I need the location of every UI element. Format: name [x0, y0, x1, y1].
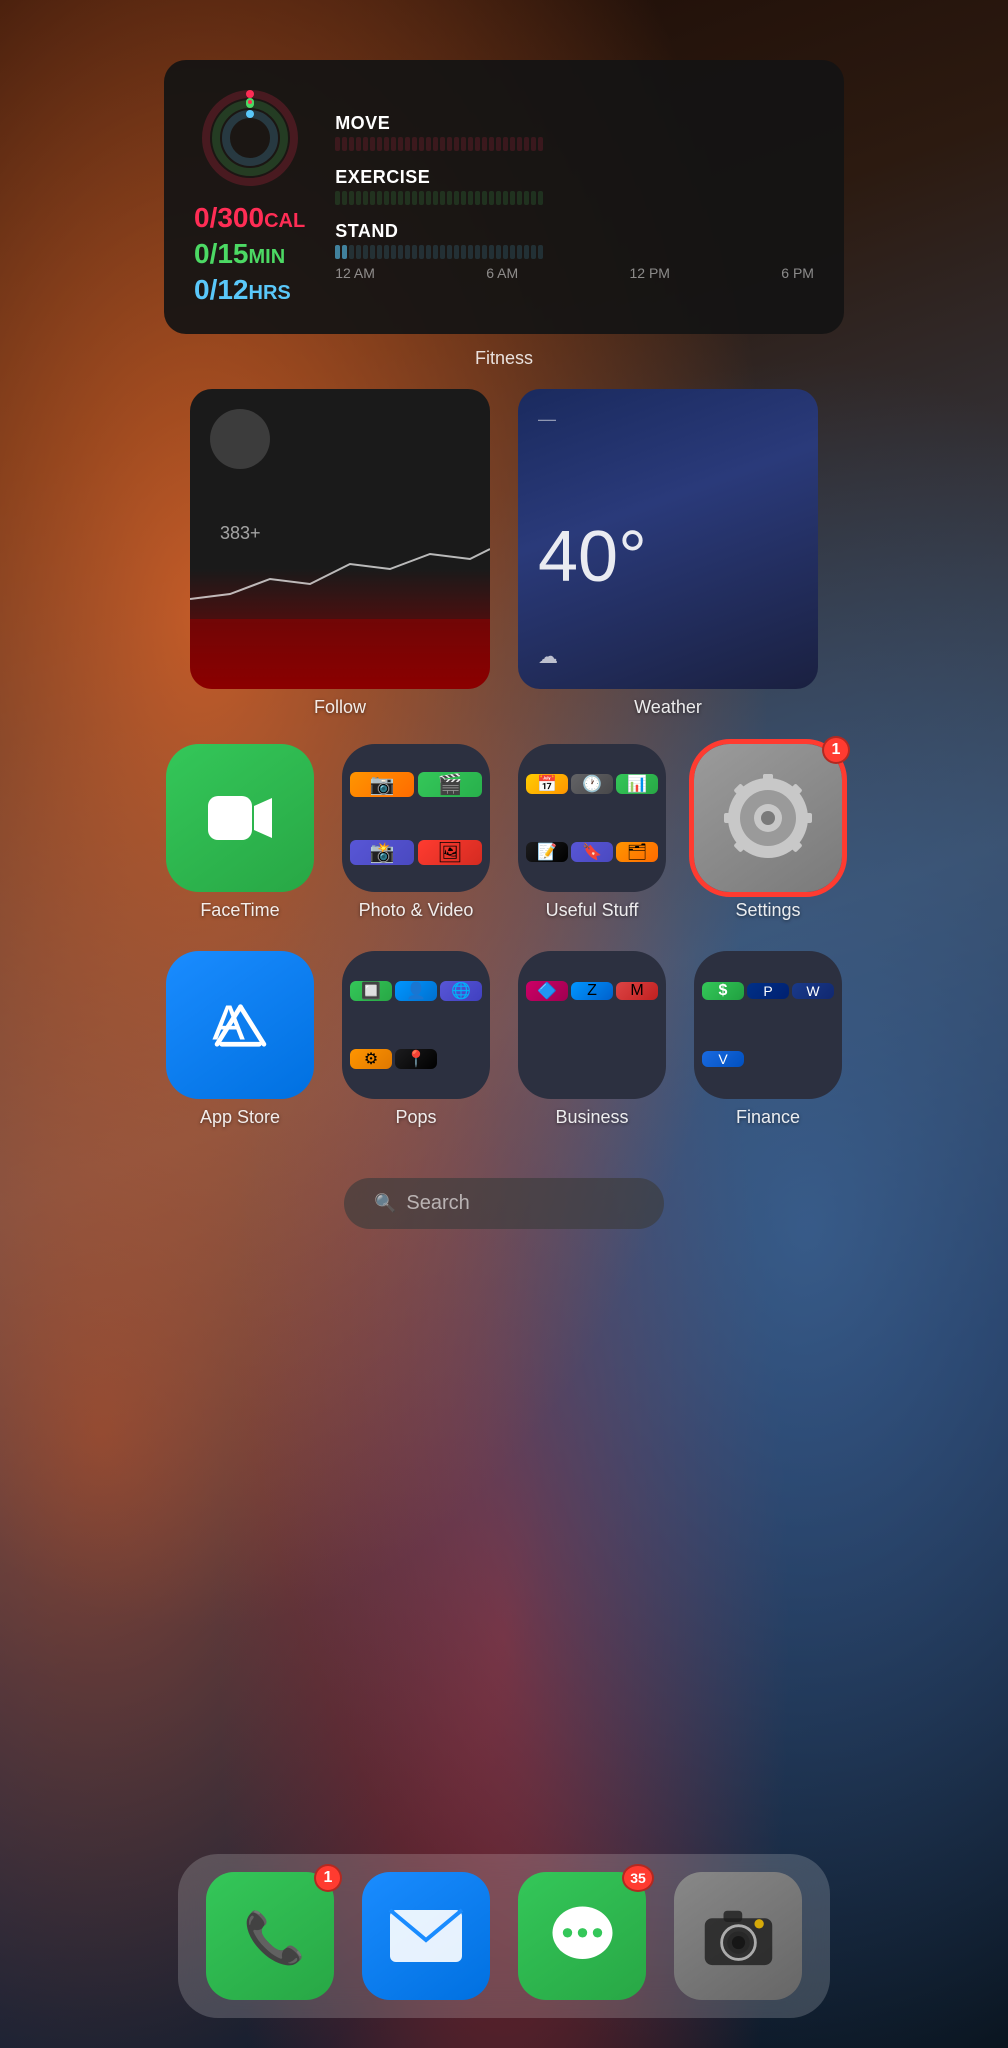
search-bar[interactable]: 🔍 Search — [344, 1178, 664, 1229]
stand-stat: 0/12HRS — [194, 274, 305, 306]
fitness-widget-label: Fitness — [475, 348, 533, 369]
follow-chart: 383+ — [190, 509, 490, 629]
exercise-label: EXERCISE — [335, 167, 814, 188]
business-app-wrapper: 🔷 Z M Business — [518, 951, 666, 1128]
weather-widget[interactable]: — 40° ☁ — [518, 389, 818, 689]
pops-app-wrapper: 🔲 👤 🌐 ⚙ 📍 Pops — [342, 951, 490, 1128]
facetime-app-wrapper: FaceTime — [166, 744, 314, 921]
weather-label: Weather — [634, 697, 702, 718]
business-icon[interactable]: 🔷 Z M — [518, 951, 666, 1099]
stand-label: STAND — [335, 221, 814, 242]
svg-text:383+: 383+ — [220, 523, 261, 543]
move-bar-row — [335, 137, 814, 151]
exercise-bar-row — [335, 191, 814, 205]
finance-app-wrapper: $ P W V Finance — [694, 951, 842, 1128]
settings-app-wrapper: 1 Settings — [694, 744, 842, 921]
activity-rings — [200, 88, 300, 188]
pops-label: Pops — [395, 1107, 436, 1128]
app-row-2: A App Store 🔲 👤 🌐 ⚙ 📍 Pops — [166, 951, 842, 1128]
home-screen: 0/300CAL 0/15MIN 0/12HRS MOVE — [0, 0, 1008, 2048]
follow-app-wrapper: 383+ Follow — [190, 389, 490, 718]
app-row-1: FaceTime 📷 🎬 📸 🖼 Photo & Video 📅 🕐 📊 📝 🔖… — [166, 744, 842, 921]
weather-location: — — [538, 409, 798, 430]
exercise-stat: 0/15MIN — [194, 238, 305, 270]
facetime-icon[interactable] — [166, 744, 314, 892]
weather-condition: ☁ — [538, 644, 798, 669]
stand-bar-row — [335, 245, 814, 259]
time-labels: 12 AM 6 AM 12 PM 6 PM — [335, 265, 814, 281]
useful-stuff-app-wrapper: 📅 🕐 📊 📝 🔖 🗂 Useful Stuff — [518, 744, 666, 921]
fitness-widget-right: MOVE EXERCISE — [335, 113, 814, 281]
facetime-label: FaceTime — [200, 900, 279, 921]
widget-row: 383+ Follow — 40° ☁ Weather — [190, 389, 818, 718]
stand-bar-section: STAND 12 AM 6 AM 12 PM — [335, 221, 814, 281]
follow-label: Follow — [314, 697, 366, 718]
move-bar-section: MOVE — [335, 113, 814, 151]
move-label: MOVE — [335, 113, 814, 134]
fitness-stats: 0/300CAL 0/15MIN 0/12HRS — [194, 202, 305, 306]
settings-label: Settings — [735, 900, 800, 921]
photo-video-label: Photo & Video — [359, 900, 474, 921]
pops-icon[interactable]: 🔲 👤 🌐 ⚙ 📍 — [342, 951, 490, 1099]
search-icon: 🔍 — [374, 1193, 396, 1214]
weather-temp: 40° — [538, 516, 798, 598]
useful-stuff-icon[interactable]: 📅 🕐 📊 📝 🔖 🗂 — [518, 744, 666, 892]
settings-icon[interactable] — [694, 744, 842, 892]
photo-video-icon[interactable]: 📷 🎬 📸 🖼 — [342, 744, 490, 892]
appstore-label: App Store — [200, 1107, 280, 1128]
fitness-widget[interactable]: 0/300CAL 0/15MIN 0/12HRS MOVE — [164, 60, 844, 334]
follow-widget-dot — [210, 409, 270, 469]
move-stat: 0/300CAL — [194, 202, 305, 234]
search-placeholder: Search — [406, 1192, 469, 1215]
useful-stuff-label: Useful Stuff — [546, 900, 639, 921]
appstore-app-wrapper: A App Store — [166, 951, 314, 1128]
follow-widget[interactable]: 383+ — [190, 389, 490, 689]
business-label: Business — [555, 1107, 628, 1128]
weather-app-wrapper: — 40° ☁ Weather — [518, 389, 818, 718]
settings-badge: 1 — [822, 736, 850, 764]
finance-label: Finance — [736, 1107, 800, 1128]
appstore-icon[interactable]: A — [166, 951, 314, 1099]
finance-icon[interactable]: $ P W V — [694, 951, 842, 1099]
fitness-widget-left: 0/300CAL 0/15MIN 0/12HRS — [194, 88, 305, 306]
photo-video-app-wrapper: 📷 🎬 📸 🖼 Photo & Video — [342, 744, 490, 921]
exercise-bar-section: EXERCISE — [335, 167, 814, 205]
